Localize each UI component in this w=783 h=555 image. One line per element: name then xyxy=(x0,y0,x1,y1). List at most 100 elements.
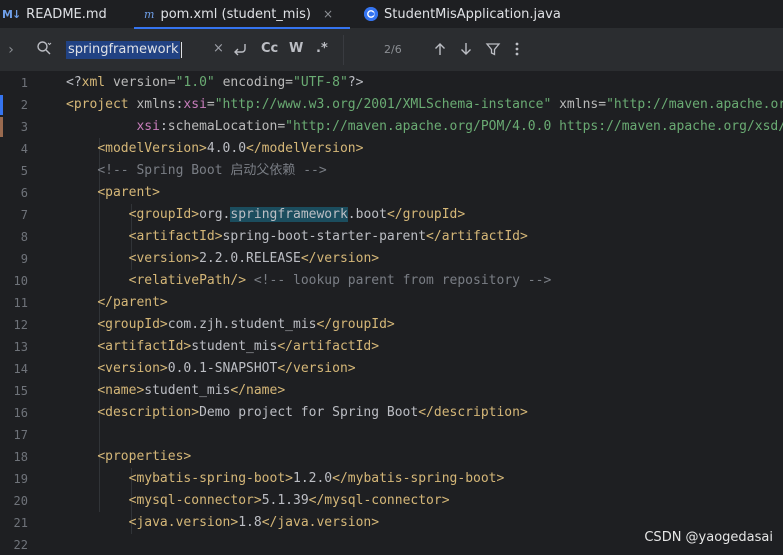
code-token: 4.0.0 xyxy=(206,141,247,156)
whole-words-button[interactable]: W xyxy=(289,41,303,56)
code-token: "http://maven.apache.org/POM/4.0.0" xyxy=(606,97,783,112)
code-line[interactable]: <artifactId>spring-boot-starter-parent</… xyxy=(66,226,528,248)
match-case-button[interactable]: Cc xyxy=(261,41,278,56)
code-token: xsi xyxy=(183,97,207,112)
code-line[interactable]: <properties> xyxy=(66,446,191,468)
code-line[interactable]: <version>0.0.1-SNAPSHOT</version> xyxy=(66,358,355,380)
code-token: "1.0" xyxy=(175,75,223,90)
line-number: 13 xyxy=(13,340,28,354)
code-line[interactable]: <description>Demo project for Spring Boo… xyxy=(66,402,527,424)
match-count: 2/6 xyxy=(384,43,402,56)
code-token: <project xyxy=(66,97,137,112)
code-token: <groupId> xyxy=(128,207,200,222)
line-number: 1 xyxy=(20,76,28,90)
close-tab-icon[interactable]: × xyxy=(323,7,333,21)
tab-pom-xml[interactable]: m pom.xml (student_mis) × xyxy=(134,0,350,29)
code-token: </groupId> xyxy=(316,317,395,332)
code-line[interactable]: <relativePath/> <!-- lookup parent from … xyxy=(66,270,552,292)
watermark: CSDN @yaogedasai xyxy=(644,530,773,545)
markdown-icon: M↓ xyxy=(2,7,21,21)
code-token: <!-- Spring Boot 启动父依赖 --> xyxy=(97,163,327,178)
vcs-change-marker[interactable] xyxy=(0,117,3,137)
code-token: xml xyxy=(81,75,113,90)
code-token: </java.version> xyxy=(261,515,380,530)
code-line[interactable]: <groupId>com.zjh.student_mis</groupId> xyxy=(66,314,395,336)
editor-tab-bar: M↓ README.md m pom.xml (student_mis) × S… xyxy=(0,0,783,29)
line-number: 17 xyxy=(13,428,28,442)
code-token: : xyxy=(159,119,168,134)
code-line[interactable]: <java.version>1.8</java.version> xyxy=(66,512,379,534)
line-number: 19 xyxy=(13,472,28,486)
code-line[interactable]: <project xmlns:xsi="http://www.w3.org/20… xyxy=(66,94,783,116)
line-number: 7 xyxy=(20,208,28,222)
code-token: 1.2.0 xyxy=(293,471,333,486)
code-token: "UTF-8" xyxy=(293,75,348,90)
tab-readme[interactable]: M↓ README.md xyxy=(0,0,134,28)
code-token: version= xyxy=(112,75,176,90)
code-token: student_mis xyxy=(191,339,278,354)
tab-student-mis-application[interactable]: StudentMisApplication.java xyxy=(350,0,571,28)
code-line[interactable]: <?xml version="1.0" encoding="UTF-8"?> xyxy=(66,72,363,94)
code-token: 2.2.0.RELEASE xyxy=(199,251,301,266)
line-number-gutter[interactable]: 1 2 3 4 5 6 7 8 9 10 11 12 13 14 15 16 17 18 19 20 21 22 xyxy=(0,72,58,553)
code-token: Demo project for Spring Boot xyxy=(199,405,419,420)
expand-replace-icon[interactable]: › xyxy=(0,42,22,58)
code-token: </artifactId> xyxy=(277,339,380,354)
line-number: 22 xyxy=(13,538,28,552)
search-query: springframework xyxy=(66,41,181,59)
code-line[interactable]: <groupId>org.springframework.boot</group… xyxy=(66,204,465,226)
code-line[interactable]: <mysql-connector>5.1.39</mysql-connector… xyxy=(66,490,450,512)
code-token: <mysql-connector> xyxy=(128,493,262,508)
search-match-highlight: springframework xyxy=(230,207,348,222)
line-number: 12 xyxy=(13,318,28,332)
code-token: <java.version> xyxy=(128,515,239,530)
code-line[interactable]: <version>2.2.0.RELEASE</version> xyxy=(66,248,379,270)
search-input[interactable]: springframework xyxy=(66,40,183,60)
code-area[interactable]: <?xml version="1.0" encoding="UTF-8"?> <p… xyxy=(66,72,783,553)
code-token: 5.1.39 xyxy=(261,493,309,508)
more-options-icon[interactable] xyxy=(514,41,520,61)
new-line-icon[interactable] xyxy=(232,41,248,61)
code-line[interactable]: <name>student_mis</name> xyxy=(66,380,285,402)
search-icon[interactable] xyxy=(36,40,56,60)
clear-search-icon[interactable]: × xyxy=(213,41,224,56)
line-number: 3 xyxy=(20,120,28,134)
line-number: 5 xyxy=(20,164,28,178)
tab-label: StudentMisApplication.java xyxy=(384,6,561,22)
code-line[interactable]: <mybatis-spring-boot>1.2.0</mybatis-spri… xyxy=(66,468,505,490)
line-number: 21 xyxy=(13,516,28,530)
filter-icon[interactable] xyxy=(485,41,501,61)
code-line[interactable]: <modelVersion>4.0.0</modelVersion> xyxy=(66,138,363,160)
code-line[interactable]: xsi:schemaLocation="http://maven.apache.… xyxy=(66,116,783,138)
regex-button[interactable]: .* xyxy=(316,41,328,56)
code-token: </version> xyxy=(300,251,380,266)
code-token: spring-boot-starter-parent xyxy=(222,229,427,244)
next-occurrence-icon[interactable] xyxy=(459,41,473,61)
code-token: com.zjh.student_mis xyxy=(167,317,317,332)
find-bar: › springframework × Cc W .* 2/6 xyxy=(0,29,783,72)
code-token: <version> xyxy=(97,361,168,376)
vcs-change-marker[interactable] xyxy=(0,95,3,115)
previous-occurrence-icon[interactable] xyxy=(433,41,447,61)
code-line[interactable]: <parent> xyxy=(66,182,160,204)
code-editor[interactable]: 1 2 3 4 5 6 7 8 9 10 11 12 13 14 15 16 17 18 19 20 21 22 <?xm… xyxy=(0,72,783,553)
code-line[interactable]: <!-- Spring Boot 启动父依赖 --> xyxy=(66,160,327,182)
code-token: 1.8 xyxy=(238,515,262,530)
code-token: org. xyxy=(199,207,231,222)
code-token: ?> xyxy=(347,75,364,90)
code-line[interactable]: <artifactId>student_mis</artifactId> xyxy=(66,336,379,358)
line-number: 2 xyxy=(20,98,28,112)
code-line[interactable]: </parent> xyxy=(66,292,167,314)
maven-icon: m xyxy=(144,7,155,21)
